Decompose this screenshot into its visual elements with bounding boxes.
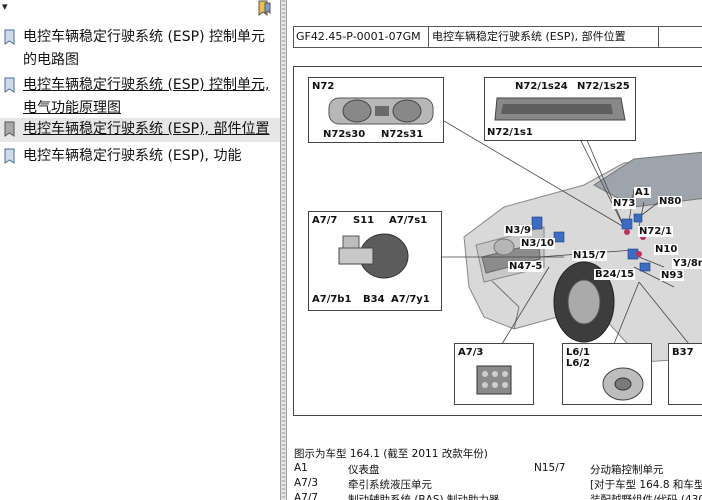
legend-desc: [对于车型 164.8 和车型 (590, 479, 702, 491)
label-n15-7: N15/7 (572, 250, 607, 261)
doc-header-table: GF42.45-P-0001-07GM 电控车辆稳定行驶系统 (ESP), 部件… (293, 26, 702, 48)
bookmark-icon (4, 29, 16, 53)
n72-switch-panel-graphic (328, 97, 434, 125)
bookmarks-toolbar: ▾ (0, 0, 280, 16)
label-n72-1s25: N72/1s25 (577, 81, 630, 92)
n72-1-switch-strip-graphic (494, 97, 626, 121)
label-y3-8n4: Y3/8n4 (672, 258, 702, 269)
callout-a7-3: A7/3 (454, 343, 534, 405)
legend-desc: 装配越野组件/代码 (430 (590, 494, 702, 500)
label-n10: N10 (654, 244, 679, 255)
label-a1: A1 (634, 187, 651, 198)
table-divider (658, 27, 660, 47)
label-n73: N73 (612, 198, 637, 209)
bookmark-esp-function[interactable]: 电控车辆稳定行驶系统 (ESP), 功能 (0, 145, 280, 169)
callout-a7-7: A7/7 S11 A7/7s1 A7/7b1 B34 A7/7y1 (308, 211, 442, 311)
splitter-grip (282, 0, 285, 500)
legend-code: A7/3 (294, 477, 319, 489)
chevron-down-icon[interactable]: ▾ (2, 0, 8, 13)
label-n72s31: N72s31 (381, 129, 424, 140)
brake-disc-graphic (602, 367, 644, 401)
legend-code: A1 (294, 462, 308, 474)
label-n72: N72 (312, 81, 335, 92)
hydraulic-unit-graphic (476, 365, 512, 395)
bookmark-icon (4, 121, 16, 145)
label-a7-3: A7/3 (458, 347, 484, 358)
legend-desc: 牵引系统液压单元 (348, 479, 432, 491)
label-n47-5: N47-5 (508, 261, 544, 272)
label-a7-7b1: A7/7b1 (312, 294, 352, 305)
bookmark-icon (4, 148, 16, 172)
pane-splitter[interactable] (280, 0, 287, 500)
legend-desc: 分动箱控制单元 (590, 464, 664, 476)
bookmark-icon (4, 77, 16, 101)
bookmark-options-icon[interactable] (256, 0, 272, 20)
legend-code: N15/7 (534, 462, 566, 474)
brake-booster-graphic (338, 233, 409, 279)
callout-n72-1: N72/1s24 N72/1s25 N72/1s1 (484, 77, 636, 141)
bookmark-esp-component-location[interactable]: 电控车辆稳定行驶系统 (ESP), 部件位置 (0, 118, 280, 142)
label-l6-1: L6/1 (566, 347, 590, 358)
bookmark-label: 电控车辆稳定行驶系统 (ESP) 控制单元 的电路图 (23, 29, 265, 68)
label-n72-1s24: N72/1s24 (515, 81, 568, 92)
label-n3-10: N3/10 (520, 238, 555, 249)
legend-intro: 图示为车型 164.1 (截至 2011 改款年份) (294, 448, 488, 460)
bookmark-esp-circuit[interactable]: 电控车辆稳定行驶系统 (ESP) 控制单元 的电路图 (0, 26, 280, 72)
callout-n72: N72 N72s30 N72s31 (308, 77, 444, 143)
component-location-figure: N72 N72s30 N72s31 N72/1s24 N72/1s25 N72/… (293, 66, 702, 416)
label-a7-7s1: A7/7s1 (389, 215, 428, 226)
label-l6-2: L6/2 (566, 358, 590, 369)
label-n80: N80 (658, 196, 683, 207)
label-b37: B37 (672, 347, 694, 358)
legend-desc: 仪表盘 (348, 464, 380, 476)
label-n72-1: N72/1 (638, 226, 673, 237)
label-n3-9: N3/9 (504, 225, 532, 236)
bookmarks-pane: ▾ 电控车辆稳定行驶系统 (ESP) 控制单元 的电路图 电控车辆稳定行驶系统 (… (0, 0, 280, 500)
legend-code: A7/7 (294, 492, 319, 500)
bookmark-esp-function-diagram[interactable]: 电控车辆稳定行驶系统 (ESP) 控制单元, 电气功能原理图 (0, 74, 280, 120)
bookmark-label: 电控车辆稳定行驶系统 (ESP), 部件位置 (23, 121, 270, 137)
doc-title: 电控车辆稳定行驶系统 (ESP), 部件位置 (432, 30, 626, 43)
label-a7-7: A7/7 (312, 215, 338, 226)
bookmark-label: 电控车辆稳定行驶系统 (ESP) 控制单元, 电气功能原理图 (23, 77, 270, 116)
legend-desc: 制动辅助系统 (BAS) 制动助力器 (348, 494, 500, 500)
label-n93: N93 (660, 270, 685, 281)
document-page: GF42.45-P-0001-07GM 电控车辆稳定行驶系统 (ESP), 部件… (287, 0, 702, 500)
doc-id: GF42.45-P-0001-07GM (294, 27, 429, 47)
callout-l6: L6/1 L6/2 (562, 343, 652, 405)
bookmark-label: 电控车辆稳定行驶系统 (ESP), 功能 (23, 148, 242, 164)
label-n72s30: N72s30 (323, 129, 366, 140)
callout-b37: B37 (668, 343, 702, 405)
label-b24-15: B24/15 (594, 269, 636, 280)
label-s11: S11 (353, 215, 375, 226)
label-b34: B34 (363, 294, 385, 305)
label-n72-1s1: N72/1s1 (487, 127, 533, 138)
label-a7-7y1: A7/7y1 (391, 294, 430, 305)
